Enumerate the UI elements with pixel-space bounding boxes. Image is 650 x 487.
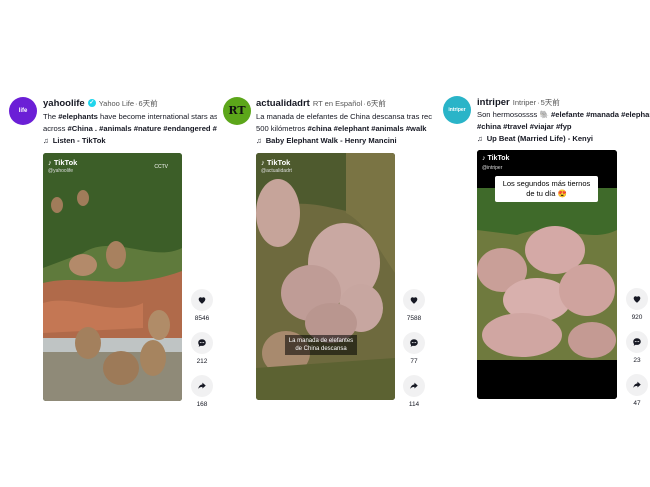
author-row: actualidadrt RT en Español·6天前 bbox=[256, 98, 386, 109]
hashtag-link[interactable]: #elephants bbox=[58, 112, 98, 121]
comment-icon bbox=[633, 338, 641, 346]
music-link[interactable]: ♫ Listen - TikTok bbox=[43, 136, 106, 145]
comment-icon bbox=[198, 339, 206, 347]
hashtag-links[interactable]: #elefante #manada #elephant bbox=[551, 110, 650, 119]
action-bar: 7588 77 114 bbox=[402, 289, 426, 418]
music-note-icon: ♫ bbox=[256, 136, 262, 145]
username-actualidadrt[interactable]: actualidadrt bbox=[256, 98, 310, 109]
username-intriper[interactable]: intriper bbox=[477, 97, 510, 108]
display-name: Intriper bbox=[512, 98, 537, 107]
username-yahoolife[interactable]: yahoolife bbox=[43, 98, 85, 109]
tiktok-watermark: ♪ TikTok bbox=[48, 158, 78, 167]
comment-count: 212 bbox=[196, 358, 208, 365]
share-button[interactable] bbox=[626, 374, 648, 396]
comment-count: 23 bbox=[633, 357, 641, 364]
tiktok-watermark: ♪ TikTok bbox=[482, 155, 510, 162]
comment-button[interactable] bbox=[626, 331, 648, 353]
share-arrow-icon bbox=[410, 382, 418, 389]
share-button[interactable] bbox=[403, 375, 425, 397]
avatar-actualidadrt[interactable]: RT bbox=[223, 97, 251, 125]
hashtag-links-2[interactable]: #china #travel #viajar #fyp bbox=[477, 122, 572, 131]
video-handle: @actualidadrt bbox=[261, 168, 292, 174]
like-count: 7588 bbox=[406, 315, 422, 322]
music-title: Baby Elephant Walk - Henry Mancini bbox=[265, 136, 397, 145]
comment-icon bbox=[410, 339, 418, 347]
music-note-icon: ♫ bbox=[477, 134, 483, 143]
post-age: 6天前 bbox=[138, 99, 158, 108]
share-count: 168 bbox=[196, 401, 208, 408]
music-title: Up Beat (Married Life) - Kenyi bbox=[486, 134, 594, 143]
video-caption: Los segundos más tiernos de tu día 😍 bbox=[495, 176, 598, 202]
avatar-label: life bbox=[18, 108, 28, 114]
comment-count: 77 bbox=[410, 358, 418, 365]
tiktok-watermark: ♪ TikTok bbox=[261, 158, 291, 167]
like-button[interactable] bbox=[191, 289, 213, 311]
like-button[interactable] bbox=[403, 289, 425, 311]
hashtag-links[interactable]: #china #elephant #animals #walk bbox=[308, 124, 427, 133]
like-count: 920 bbox=[631, 314, 643, 321]
avatar-yahoolife[interactable]: life bbox=[9, 97, 37, 125]
share-button[interactable] bbox=[191, 375, 213, 397]
post-description: La manada de elefantes de China descansa… bbox=[256, 112, 433, 133]
comment-button[interactable] bbox=[403, 332, 425, 354]
music-title: Listen - TikTok bbox=[52, 136, 106, 145]
hashtag-links[interactable]: #China . #animals #nature #endangered # bbox=[67, 124, 216, 133]
tiktok-logo-icon: ♪ bbox=[48, 158, 52, 167]
music-link[interactable]: ♫ Up Beat (Married Life) - Kenyi bbox=[477, 134, 593, 143]
heart-icon bbox=[633, 296, 641, 303]
video-player[interactable]: ♪ TikTok @yahoolife CCTV bbox=[43, 153, 182, 401]
music-note-icon: ♫ bbox=[43, 136, 49, 145]
author-row: yahoolife ✓ Yahoo Life·6天前 bbox=[43, 98, 158, 109]
like-button[interactable] bbox=[626, 288, 648, 310]
video-handle: @intriper bbox=[482, 165, 503, 171]
video-player[interactable]: ♪ TikTok @intriper Los segundos más tier… bbox=[477, 150, 617, 399]
share-count: 114 bbox=[408, 401, 420, 408]
share-count: 47 bbox=[633, 400, 641, 407]
music-link[interactable]: ♫ Baby Elephant Walk - Henry Mancini bbox=[256, 136, 397, 145]
comment-button[interactable] bbox=[191, 332, 213, 354]
tiktok-logo-icon: ♪ bbox=[482, 155, 486, 162]
post-description: Son hermosossss 🐘 #elefante #manada #ele… bbox=[477, 109, 650, 132]
video-handle: @yahoolife bbox=[48, 168, 74, 174]
action-bar: 8546 212 168 bbox=[190, 289, 214, 418]
action-bar: 920 23 47 bbox=[625, 288, 649, 417]
tiktok-logo-icon: ♪ bbox=[261, 158, 265, 167]
avatar-label: intriper bbox=[448, 107, 466, 113]
post-age: 5天前 bbox=[540, 98, 560, 107]
author-row: intriper Intriper·5天前 bbox=[477, 97, 560, 108]
avatar-intriper[interactable]: intriper bbox=[443, 96, 471, 124]
video-thumbnail bbox=[43, 153, 182, 401]
like-count: 8546 bbox=[194, 315, 210, 322]
video-thumbnail bbox=[256, 153, 395, 400]
display-name: RT en Español bbox=[312, 99, 363, 108]
heart-icon bbox=[410, 297, 418, 304]
verified-badge-icon: ✓ bbox=[87, 99, 96, 108]
display-name: Yahoo Life bbox=[98, 99, 135, 108]
post-description: The #elephants have become international… bbox=[43, 112, 217, 133]
video-caption: La manada de elefantes de China descansa bbox=[285, 335, 357, 355]
avatar-label: RT bbox=[228, 104, 246, 117]
video-player[interactable]: ♪ TikTok @actualidadrt La manada de elef… bbox=[256, 153, 395, 400]
heart-icon bbox=[198, 297, 206, 304]
share-arrow-icon bbox=[198, 382, 206, 389]
share-arrow-icon bbox=[633, 381, 641, 388]
post-age: 6天前 bbox=[366, 99, 386, 108]
cctv-badge: CCTV bbox=[154, 164, 168, 170]
